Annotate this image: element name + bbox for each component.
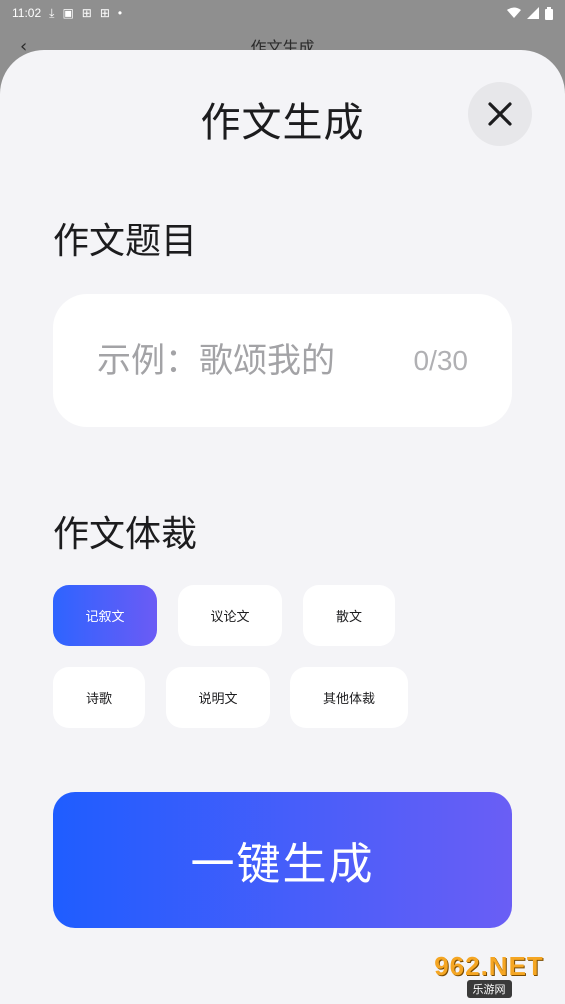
status-time: 11:02: [12, 6, 42, 20]
close-button[interactable]: [468, 82, 532, 146]
genre-chip-label: 记叙文: [85, 610, 125, 625]
close-icon: [488, 102, 512, 126]
genre-chip-label: 说明文: [198, 692, 238, 707]
notification-icon: ▣: [62, 6, 74, 20]
watermark-logo: 962.NET 乐游网: [419, 948, 559, 1000]
status-bar: 11:02 ⤓ ▣ ⊞ ⊞ •: [0, 0, 565, 26]
topic-section-label: 作文题目: [53, 221, 198, 262]
genre-chip-narrative[interactable]: 记叙文: [53, 585, 157, 646]
essay-generator-sheet: 作文生成 作文题目 0/30 作文体裁 记叙文 议论文 散文 诗歌 说明文 其他…: [0, 50, 565, 1004]
battery-icon: [545, 6, 553, 20]
genre-chip-label: 散文: [335, 610, 362, 625]
genre-chip-argumentative[interactable]: 议论文: [178, 585, 282, 646]
download-icon: ⤓: [49, 5, 55, 20]
topic-input[interactable]: [97, 340, 369, 381]
genre-section-label: 作文体裁: [53, 514, 198, 555]
genre-chip-other[interactable]: 其他体裁: [290, 667, 408, 728]
char-counter: 0/30: [413, 344, 469, 376]
generate-button[interactable]: 一键生成: [53, 792, 512, 928]
genre-chip-label: 诗歌: [85, 692, 112, 707]
genre-chip-poetry[interactable]: 诗歌: [53, 667, 145, 728]
status-right: [507, 6, 553, 20]
genre-chip-label: 议论文: [210, 610, 250, 625]
topic-input-card: 0/30: [53, 294, 512, 427]
watermark-main: 962.NET: [434, 950, 544, 981]
wifi-icon: [507, 7, 521, 18]
genre-chip-expository[interactable]: 说明文: [166, 667, 270, 728]
watermark-sub: 乐游网: [466, 979, 512, 998]
signal-icon: [527, 7, 539, 19]
app-icon-2: ⊞: [99, 6, 110, 20]
genre-chip-label: 其他体裁: [322, 692, 375, 707]
app-icon: ⊞: [81, 6, 92, 20]
dot-icon: •: [117, 6, 123, 20]
genre-chip-prose[interactable]: 散文: [303, 585, 395, 646]
status-left: 11:02 ⤓ ▣ ⊞ ⊞ •: [12, 6, 122, 21]
